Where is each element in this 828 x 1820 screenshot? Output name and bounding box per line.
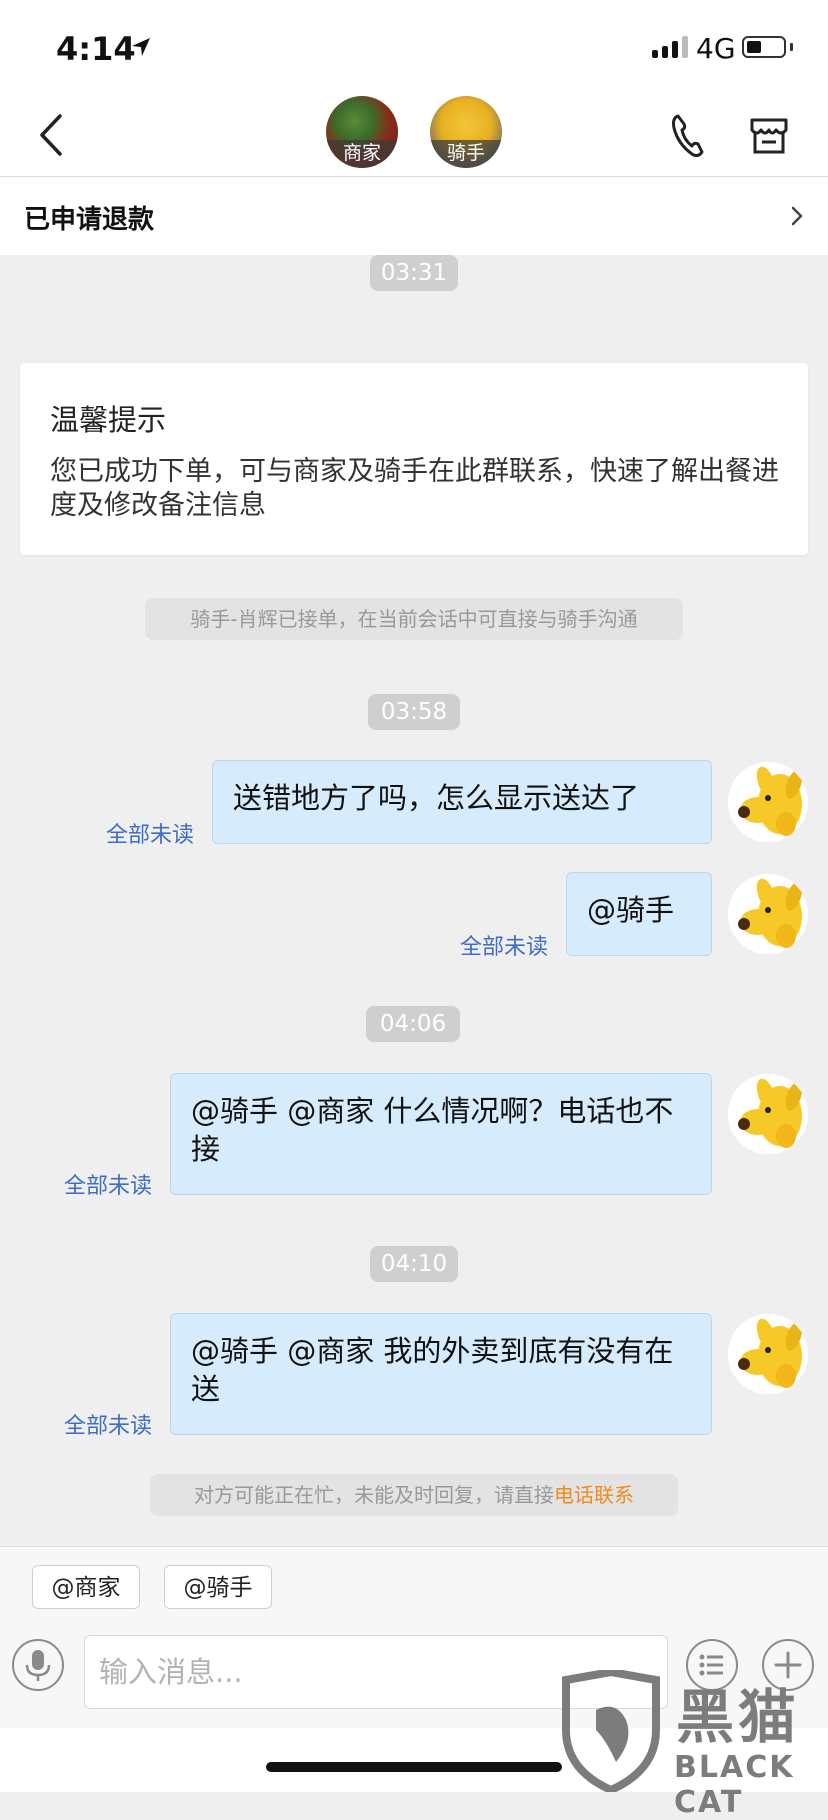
microphone-icon xyxy=(25,1650,51,1681)
rider-avatar[interactable]: 骑手 xyxy=(430,96,502,168)
mention-merchant-button[interactable]: @商家 xyxy=(32,1565,140,1609)
message-input[interactable] xyxy=(84,1635,668,1709)
merchant-avatar[interactable]: 商家 xyxy=(326,96,398,168)
location-arrow-icon xyxy=(132,38,150,56)
message-composer: @商家 @骑手 xyxy=(0,1546,828,1729)
list-icon xyxy=(699,1654,723,1676)
timestamp: 04:10 xyxy=(370,1246,458,1282)
message-bubble[interactable]: @骑手 xyxy=(566,872,712,956)
busy-notice-text: 对方可能正在忙，未能及时回复，请直接 xyxy=(194,1483,554,1507)
notice-body: 您已成功下单，可与商家及骑手在此群联系，快速了解出餐进度及修改备注信息 xyxy=(50,456,779,521)
rider-avatar-label: 骑手 xyxy=(430,140,502,168)
message-bubble[interactable]: @骑手 @商家 什么情况啊？电话也不接 xyxy=(170,1073,712,1195)
battery-icon xyxy=(742,36,786,58)
quick-reply-button[interactable] xyxy=(686,1639,738,1691)
home-indicator[interactable] xyxy=(266,1762,562,1772)
back-chevron-icon[interactable] xyxy=(28,110,78,160)
user-avatar[interactable] xyxy=(728,1314,808,1394)
user-avatar[interactable] xyxy=(728,762,808,842)
yellow-dog-avatar-icon xyxy=(728,762,808,842)
yellow-dog-avatar-icon xyxy=(728,874,808,954)
yellow-dog-avatar-icon xyxy=(728,1314,808,1394)
yellow-dog-avatar-icon xyxy=(728,1074,808,1154)
status-bar: 4:14 4G xyxy=(0,0,828,96)
order-status-label: 已申请退款 xyxy=(24,205,155,235)
system-message-rider-accepted: 骑手-肖辉已接单，在当前会话中可直接与骑手沟通 xyxy=(145,598,683,640)
phone-icon[interactable] xyxy=(668,110,708,160)
cellular-signal-icon xyxy=(652,36,688,58)
timestamp: 04:06 xyxy=(366,1006,460,1042)
notice-title: 温馨提示 xyxy=(50,403,167,437)
chevron-right-icon xyxy=(791,206,803,226)
read-status: 全部未读 xyxy=(460,935,549,960)
read-status: 全部未读 xyxy=(64,1174,153,1199)
plus-icon xyxy=(774,1651,802,1679)
battery-tip xyxy=(790,43,793,51)
voice-input-button[interactable] xyxy=(12,1639,64,1691)
chat-header: 商家 骑手 xyxy=(0,96,828,176)
read-status: 全部未读 xyxy=(64,1414,153,1439)
user-avatar[interactable] xyxy=(728,874,808,954)
order-status-bar[interactable]: 已申请退款 xyxy=(0,177,828,255)
system-message-busy: 对方可能正在忙，未能及时回复，请直接电话联系 xyxy=(150,1474,678,1516)
store-icon[interactable] xyxy=(748,110,790,160)
network-type: 4G xyxy=(696,32,736,65)
mention-rider-button[interactable]: @骑手 xyxy=(164,1565,272,1609)
message-bubble[interactable]: 送错地方了吗，怎么显示送达了 xyxy=(212,760,712,844)
user-avatar[interactable] xyxy=(728,1074,808,1154)
merchant-avatar-label: 商家 xyxy=(326,140,398,168)
read-status: 全部未读 xyxy=(106,823,195,848)
timestamp: 03:58 xyxy=(368,694,460,730)
message-bubble[interactable]: @骑手 @商家 我的外卖到底有没有在送 xyxy=(170,1313,712,1435)
status-time: 4:14 xyxy=(56,30,136,68)
more-actions-button[interactable] xyxy=(762,1639,814,1691)
call-contact-link[interactable]: 电话联系 xyxy=(554,1483,634,1507)
timestamp: 03:31 xyxy=(370,255,458,291)
home-bar xyxy=(0,1728,828,1792)
notice-card: 温馨提示 您已成功下单，可与商家及骑手在此群联系，快速了解出餐进度及修改备注信息 xyxy=(20,363,808,555)
